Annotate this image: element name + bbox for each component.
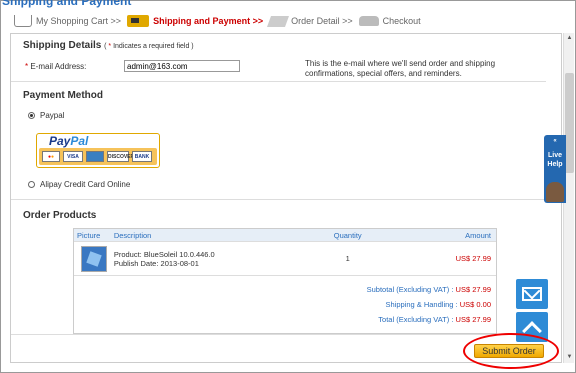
discover-icon: DISCOVER [107, 151, 134, 162]
order-totals: Subtotal (Excluding VAT) : US$ 27.99 Shi… [74, 275, 496, 333]
email-button[interactable] [516, 279, 548, 309]
scroll-down-arrow-icon[interactable]: ▼ [565, 353, 574, 362]
order-products-heading: Order Products [23, 210, 97, 221]
payment-method-heading: Payment Method [23, 90, 104, 101]
product-description: Product: BlueSoleil 10.0.446.0 Publish D… [113, 249, 215, 268]
page-title: Shipping and Payment [2, 0, 132, 8]
shipping-details-heading: Shipping Details ( * Indicates a require… [23, 40, 194, 51]
divider [11, 81, 546, 82]
checkout-steps: My Shopping Cart >> Shipping and Payment… [14, 12, 427, 30]
scroll-thumb[interactable] [565, 73, 574, 173]
alipay-radio[interactable] [28, 181, 35, 188]
product-image [81, 245, 107, 272]
step-cart[interactable]: My Shopping Cart >> [14, 15, 121, 27]
truck-icon [127, 15, 150, 27]
required-note: ( * Indicates a required field ) [104, 43, 194, 50]
paypal-radio[interactable] [28, 112, 35, 119]
subtotal-line: Subtotal (Excluding VAT) : US$ 27.99 [366, 285, 491, 294]
support-agent-avatar [546, 182, 564, 202]
highlight-circle [463, 333, 559, 369]
product-amount: US$ 27.99 [455, 254, 492, 263]
divider [11, 334, 546, 335]
mail-icon [522, 287, 542, 301]
step-checkout: Checkout [358, 16, 421, 26]
card-logos: ●● VISA DISCOVER BANK [39, 148, 157, 165]
table-row: Product: BlueSoleil 10.0.446.0 Publish D… [74, 241, 496, 275]
visa-icon: VISA [63, 151, 83, 162]
car-icon [358, 16, 379, 26]
tag-icon [267, 15, 290, 27]
cart-icon [14, 15, 32, 27]
product-quantity: 1 [345, 254, 350, 263]
step-order-detail: Order Detail >> [267, 15, 353, 27]
shipping-line: Shipping & Handling : US$ 0.00 [385, 300, 491, 309]
paypal-logo[interactable]: PayPal ●● VISA DISCOVER BANK [36, 133, 160, 168]
mastercard-icon: ●● [42, 151, 60, 162]
table-header: Picture Description Quantity Amount [74, 229, 496, 241]
divider [11, 199, 546, 200]
step-shipping: Shipping and Payment >> [127, 15, 263, 27]
amex-icon [86, 151, 104, 162]
order-table: Picture Description Quantity Amount Prod… [73, 228, 497, 334]
total-line: Total (Excluding VAT) : US$ 27.99 [378, 315, 491, 324]
email-note: This is the e-mail where we'll send orde… [305, 59, 496, 78]
collapse-arrow-icon: « [553, 138, 557, 144]
scroll-up-arrow-icon[interactable]: ▲ [565, 34, 574, 43]
bank-icon: BANK [132, 151, 152, 162]
alipay-option-label: Alipay Credit Card Online [40, 180, 131, 189]
email-field[interactable] [124, 60, 240, 72]
checkout-panel: Shipping Details ( * Indicates a require… [10, 33, 562, 363]
paypal-option-label: Paypal [40, 111, 65, 120]
email-label: * E-mail Address: [25, 62, 87, 71]
